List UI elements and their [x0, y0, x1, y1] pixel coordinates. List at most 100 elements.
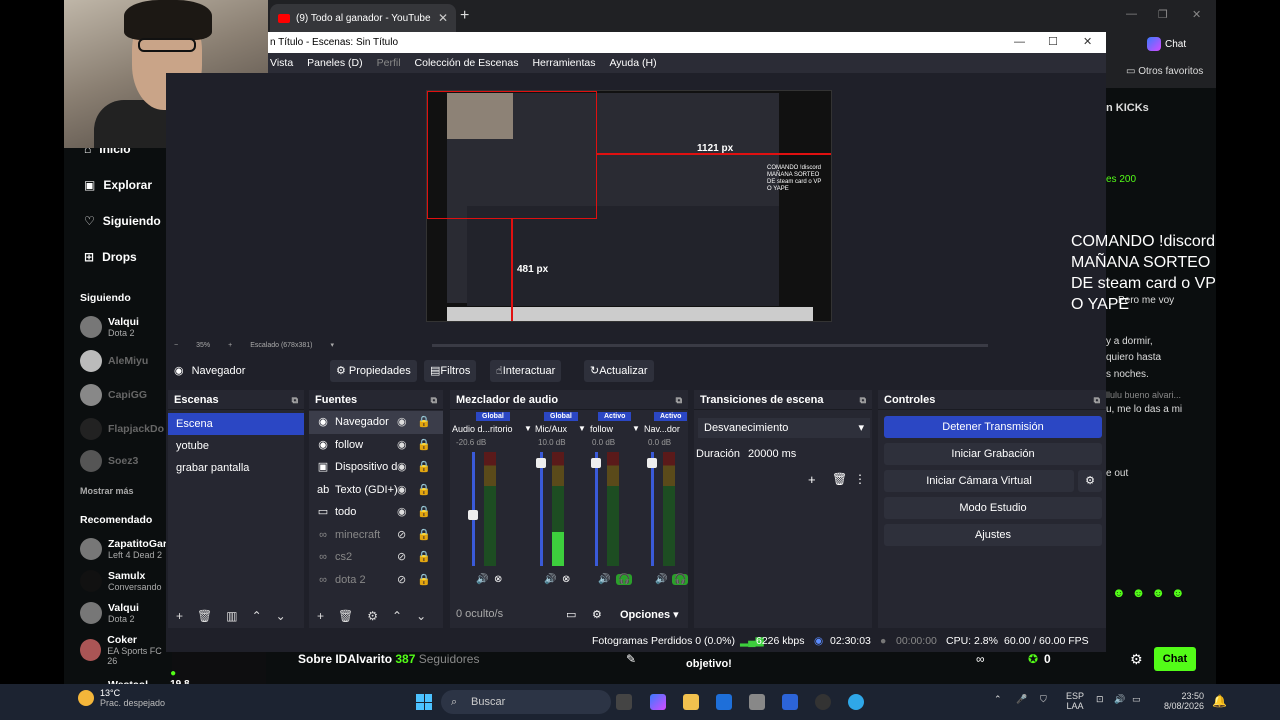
battery-icon[interactable]: ▭	[1132, 694, 1141, 705]
obs-icon[interactable]	[815, 694, 831, 710]
windows-start-icon[interactable]	[416, 694, 432, 710]
send-chat-button[interactable]: Chat	[1154, 647, 1196, 671]
following-user[interactable]: AleMiyu	[80, 350, 148, 372]
volume-fader[interactable]	[472, 452, 475, 566]
menu-view[interactable]: Vista	[270, 53, 293, 73]
chevron-down-icon[interactable]: ⌄	[416, 609, 426, 623]
emote-row[interactable]: ☻☻☻☻	[1112, 585, 1191, 600]
clock[interactable]: 23:50 8/08/2026	[1164, 691, 1204, 711]
scene-item[interactable]: grabar pantalla	[168, 457, 304, 479]
undock-icon[interactable]: ⧉	[860, 390, 866, 410]
undock-icon[interactable]: ⧉	[1094, 390, 1100, 410]
source-item[interactable]: ab Texto (GDI+) ◉ 🔒	[309, 479, 443, 502]
gear-icon[interactable]: ⚙	[1078, 470, 1102, 492]
following-user[interactable]: FlapjackDo	[80, 418, 164, 440]
scene-item[interactable]: Escena	[168, 413, 304, 435]
monitor-off-icon[interactable]: ⊗	[562, 574, 570, 585]
menu-help[interactable]: Ayuda (H)	[609, 53, 656, 73]
notification-icon[interactable]: 🔔	[1212, 694, 1227, 708]
fader-knob[interactable]	[591, 458, 601, 468]
trash-icon[interactable]: 🗑	[197, 609, 212, 623]
chevron-up-icon[interactable]: ⌃	[252, 609, 262, 623]
volume-fader[interactable]	[540, 452, 543, 566]
filters-button[interactable]: ▤Filtros	[424, 360, 477, 382]
maximize-icon[interactable]: ☐	[1048, 32, 1058, 53]
weather-widget[interactable]: 13°C Prac. despejado	[78, 688, 165, 708]
language-indicator[interactable]: ESP LAA	[1066, 691, 1084, 711]
eye-icon[interactable]: ◉	[397, 456, 407, 479]
lock-icon[interactable]: 🔒	[417, 524, 431, 547]
following-user[interactable]: Valqui Dota 2	[80, 316, 139, 338]
speaker-icon[interactable]: 🔊	[598, 574, 610, 585]
browser-tab[interactable]: (9) Todo al ganador - YouTube ✕	[270, 4, 456, 32]
chevron-up-icon[interactable]: ⌃	[392, 609, 402, 623]
settings-button[interactable]: Ajustes	[884, 524, 1102, 546]
copilot-chat-button[interactable]: Chat	[1147, 37, 1186, 51]
vscode-icon[interactable]	[782, 694, 798, 710]
lock-icon[interactable]: 🔒	[417, 569, 431, 592]
undock-icon[interactable]: ⧉	[292, 390, 298, 410]
lock-icon[interactable]: 🔒	[417, 501, 431, 524]
zoom-in-icon[interactable]: +	[228, 342, 232, 349]
start-recording-button[interactable]: Iniciar Grabación	[884, 443, 1102, 465]
edge-icon[interactable]	[848, 694, 864, 710]
refresh-button[interactable]: ↻Actualizar	[584, 360, 654, 382]
lock-icon[interactable]: 🔒	[417, 479, 431, 502]
eye-hidden-icon[interactable]: ⊘	[397, 546, 406, 569]
nav-explore[interactable]: ▣ Explorar	[84, 178, 152, 192]
eye-icon[interactable]: ◉	[397, 479, 407, 502]
security-icon[interactable]: ⛉	[1040, 694, 1047, 705]
zoom-out-icon[interactable]: −	[174, 342, 178, 349]
volume-fader[interactable]	[651, 452, 654, 566]
interact-button[interactable]: ☝Interactuar	[490, 360, 562, 382]
studio-mode-button[interactable]: Modo Estudio	[884, 497, 1102, 519]
source-item[interactable]: ▣ Dispositivo d ◉ 🔒	[309, 456, 443, 479]
source-item[interactable]: ∞ minecraft ⊘ 🔒	[309, 524, 443, 547]
volume-icon[interactable]: 🔊	[1114, 694, 1125, 705]
copilot-icon[interactable]	[650, 694, 666, 710]
close-window-icon[interactable]: ✕	[1192, 8, 1201, 21]
minimize-icon[interactable]: —	[1014, 32, 1025, 53]
start-virtual-camera-button[interactable]: Iniciar Cámara Virtual	[884, 470, 1074, 492]
menu-tools[interactable]: Herramientas	[532, 53, 595, 73]
trash-icon[interactable]: 🗑	[338, 609, 353, 623]
speaker-icon[interactable]: 🔊	[476, 574, 488, 585]
source-item[interactable]: ∞ cs2 ⊘ 🔒	[309, 546, 443, 569]
menu-profile[interactable]: Perfil	[377, 53, 401, 73]
headphones-icon[interactable]: 🎧	[616, 574, 633, 585]
eye-hidden-icon[interactable]: ⊘	[397, 524, 406, 547]
volume-fader[interactable]	[595, 452, 598, 566]
store-icon[interactable]	[716, 694, 732, 710]
trash-icon[interactable]: 🗑	[832, 472, 847, 486]
speaker-icon[interactable]: 🔊	[544, 574, 556, 585]
add-icon[interactable]: +	[176, 609, 183, 623]
fader-knob[interactable]	[468, 510, 478, 520]
task-view-icon[interactable]	[616, 694, 632, 710]
lock-icon[interactable]: 🔒	[417, 434, 431, 457]
chevron-up-icon[interactable]: ⌃	[994, 694, 1002, 705]
nav-drops[interactable]: ⊞ Drops	[84, 250, 137, 264]
chevron-down-icon[interactable]: ▾	[330, 341, 334, 349]
lock-icon[interactable]: 🔒	[417, 411, 431, 434]
chevron-down-icon[interactable]: ▼	[524, 424, 532, 433]
add-icon[interactable]: +	[317, 609, 324, 623]
layout-icon[interactable]: ▭	[566, 608, 576, 621]
eye-hidden-icon[interactable]: ⊘	[397, 569, 406, 592]
mixer-options[interactable]: Opciones ▾	[620, 608, 679, 621]
scene-item[interactable]: yotube	[168, 435, 304, 457]
fader-knob[interactable]	[536, 458, 546, 468]
chevron-down-icon[interactable]: ▼	[632, 424, 640, 433]
show-more-link[interactable]: Mostrar más	[80, 486, 134, 496]
headphones-icon[interactable]: 🎧	[672, 574, 689, 585]
maximize-icon[interactable]: ❐	[1158, 8, 1168, 21]
add-icon[interactable]: +	[808, 472, 816, 487]
file-explorer-icon[interactable]	[683, 694, 699, 710]
recommended-user[interactable]: Coker EA Sports FC 26	[80, 634, 172, 666]
menu-scene-collection[interactable]: Colección de Escenas	[415, 53, 519, 73]
eye-icon[interactable]: ◉	[397, 411, 407, 434]
lock-icon[interactable]: 🔒	[417, 546, 431, 569]
eye-icon[interactable]: ◉	[397, 501, 407, 524]
chevron-down-icon[interactable]: ⌄	[276, 609, 286, 623]
gear-icon[interactable]: ⚙	[367, 609, 378, 623]
following-user[interactable]: Soez3	[80, 450, 138, 472]
